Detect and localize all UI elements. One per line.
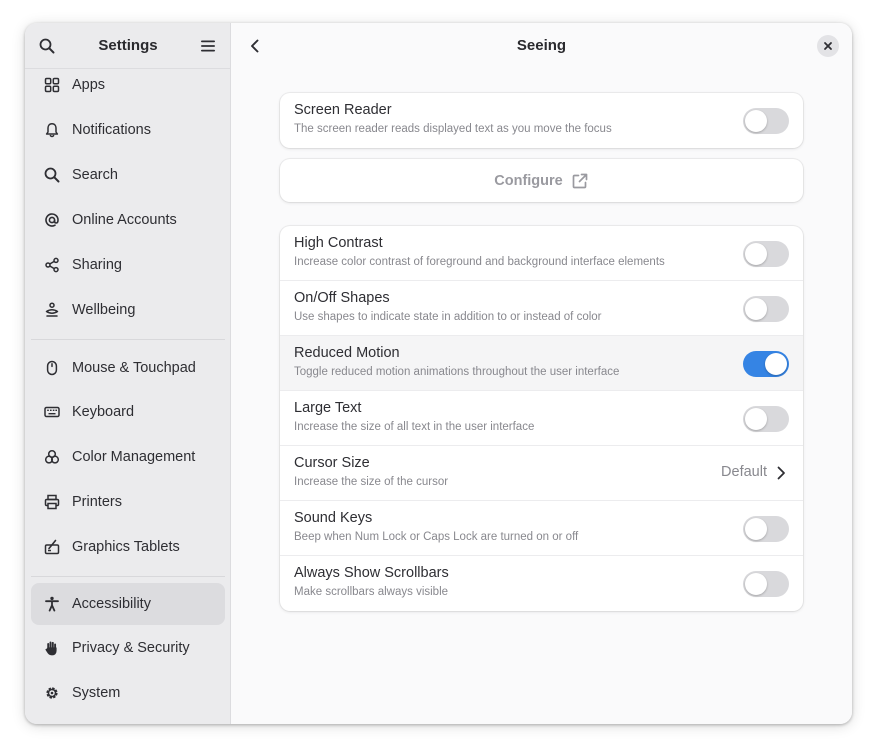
main-menu-button[interactable] (193, 31, 223, 61)
reduced-motion-row[interactable]: Reduced Motion Toggle reduced motion ani… (280, 336, 803, 391)
row-title: Always Show Scrollbars (294, 565, 449, 581)
sidebar-item-online-accounts[interactable]: Online Accounts (31, 199, 225, 241)
always-show-scrollbars-row[interactable]: Always Show Scrollbars Make scrollbars a… (280, 556, 803, 611)
sidebar: Settings Apps Notifications Search Onlin… (25, 23, 231, 724)
sidebar-item-label: Accessibility (72, 596, 151, 612)
sidebar-item-system[interactable]: System (31, 672, 225, 714)
row-title: Screen Reader (294, 102, 392, 118)
sidebar-item-label: Printers (72, 494, 122, 510)
high-contrast-row[interactable]: High Contrast Increase color contrast of… (280, 226, 803, 281)
gear-icon (44, 685, 60, 701)
configure-label: Configure (494, 172, 563, 189)
sound-keys-toggle[interactable] (743, 516, 789, 542)
cursor-size-value: Default (721, 464, 767, 480)
sidebar-item-label: Sharing (72, 257, 122, 273)
sidebar-item-sharing[interactable]: Sharing (31, 244, 225, 286)
sidebar-item-apps[interactable]: Apps (31, 64, 225, 106)
always-show-scrollbars-toggle[interactable] (743, 571, 789, 597)
keyboard-icon (44, 404, 60, 420)
main-header: Seeing (231, 23, 852, 69)
on-off-shapes-row[interactable]: On/Off Shapes Use shapes to indicate sta… (280, 281, 803, 336)
sidebar-separator (31, 576, 225, 577)
row-title: High Contrast (294, 235, 383, 251)
external-link-icon (571, 172, 589, 190)
row-title: On/Off Shapes (294, 290, 390, 306)
sidebar-item-wellbeing[interactable]: Wellbeing (31, 289, 225, 331)
row-subtitle: Toggle reduced motion animations through… (294, 366, 620, 378)
sidebar-item-accessibility[interactable]: Accessibility (31, 583, 225, 625)
large-text-toggle[interactable] (743, 406, 789, 432)
sidebar-separator (31, 339, 225, 340)
sidebar-item-label: System (72, 685, 121, 701)
cursor-size-row[interactable]: Cursor Size Increase the size of the cur… (280, 446, 803, 501)
at-sign-icon (44, 212, 60, 228)
sidebar-item-privacy-security[interactable]: Privacy & Security (31, 627, 225, 669)
tablet-icon (44, 539, 60, 555)
sidebar-item-color-management[interactable]: Color Management (31, 436, 225, 478)
screen-reader-row[interactable]: Screen Reader The screen reader reads di… (280, 93, 803, 148)
sidebar-item-notifications[interactable]: Notifications (31, 109, 225, 151)
row-title: Sound Keys (294, 510, 373, 526)
settings-window: Settings Apps Notifications Search Onlin… (25, 23, 852, 724)
hand-icon (44, 640, 60, 656)
sidebar-item-label: Color Management (72, 449, 196, 465)
configure-button[interactable]: Configure (280, 159, 803, 202)
sidebar-item-label: Keyboard (72, 404, 135, 420)
sidebar-item-label: Wellbeing (72, 302, 136, 318)
sidebar-item-label: Mouse & Touchpad (72, 360, 196, 376)
apps-grid-icon (44, 77, 60, 93)
chevron-right-icon (773, 465, 789, 481)
row-subtitle: Beep when Num Lock or Caps Lock are turn… (294, 531, 579, 543)
wellbeing-icon (44, 302, 60, 318)
sidebar-item-keyboard[interactable]: Keyboard (31, 391, 225, 433)
seeing-options-card: High Contrast Increase color contrast of… (280, 226, 803, 611)
on-off-shapes-toggle[interactable] (743, 296, 789, 322)
row-subtitle: Use shapes to indicate state in addition… (294, 311, 602, 323)
close-icon (824, 42, 832, 50)
row-subtitle: The screen reader reads displayed text a… (294, 123, 612, 135)
large-text-row[interactable]: Large Text Increase the size of all text… (280, 391, 803, 446)
sidebar-item-label: Apps (72, 77, 106, 93)
row-subtitle: Increase the size of all text in the use… (294, 421, 535, 433)
accessibility-icon (44, 596, 60, 612)
row-subtitle: Increase color contrast of foreground an… (294, 256, 665, 268)
row-subtitle: Make scrollbars always visible (294, 586, 449, 598)
row-title: Reduced Motion (294, 345, 400, 361)
printer-icon (44, 494, 60, 510)
sidebar-item-printers[interactable]: Printers (31, 481, 225, 523)
reduced-motion-toggle[interactable] (743, 351, 789, 377)
sidebar-header: Settings (25, 23, 231, 69)
sidebar-item-label: Graphics Tablets (72, 539, 180, 555)
row-title: Cursor Size (294, 455, 370, 471)
close-button[interactable] (817, 35, 839, 57)
sound-keys-row[interactable]: Sound Keys Beep when Num Lock or Caps Lo… (280, 501, 803, 556)
high-contrast-toggle[interactable] (743, 241, 789, 267)
color-icon (44, 449, 60, 465)
page-title: Seeing (516, 37, 567, 54)
sidebar-item-mouse-touchpad[interactable]: Mouse & Touchpad (31, 347, 225, 389)
mouse-icon (44, 360, 60, 376)
sidebar-item-graphics-tablets[interactable]: Graphics Tablets (31, 526, 225, 568)
sidebar-item-label: Notifications (72, 122, 151, 138)
row-subtitle: Increase the size of the cursor (294, 476, 449, 488)
bell-icon (44, 122, 60, 138)
hamburger-menu-icon (201, 40, 215, 52)
screen-reader-toggle[interactable] (743, 108, 789, 134)
sidebar-item-label: Privacy & Security (72, 640, 190, 656)
sidebar-item-label: Online Accounts (72, 212, 177, 228)
screen-reader-card: Screen Reader The screen reader reads di… (280, 93, 803, 148)
sidebar-item-search[interactable]: Search (31, 154, 225, 196)
share-icon (44, 257, 60, 273)
row-title: Large Text (294, 400, 362, 416)
search-icon (44, 167, 60, 183)
main-panel: Seeing Screen Reader The screen reader r… (231, 23, 852, 724)
sidebar-item-label: Search (72, 167, 118, 183)
